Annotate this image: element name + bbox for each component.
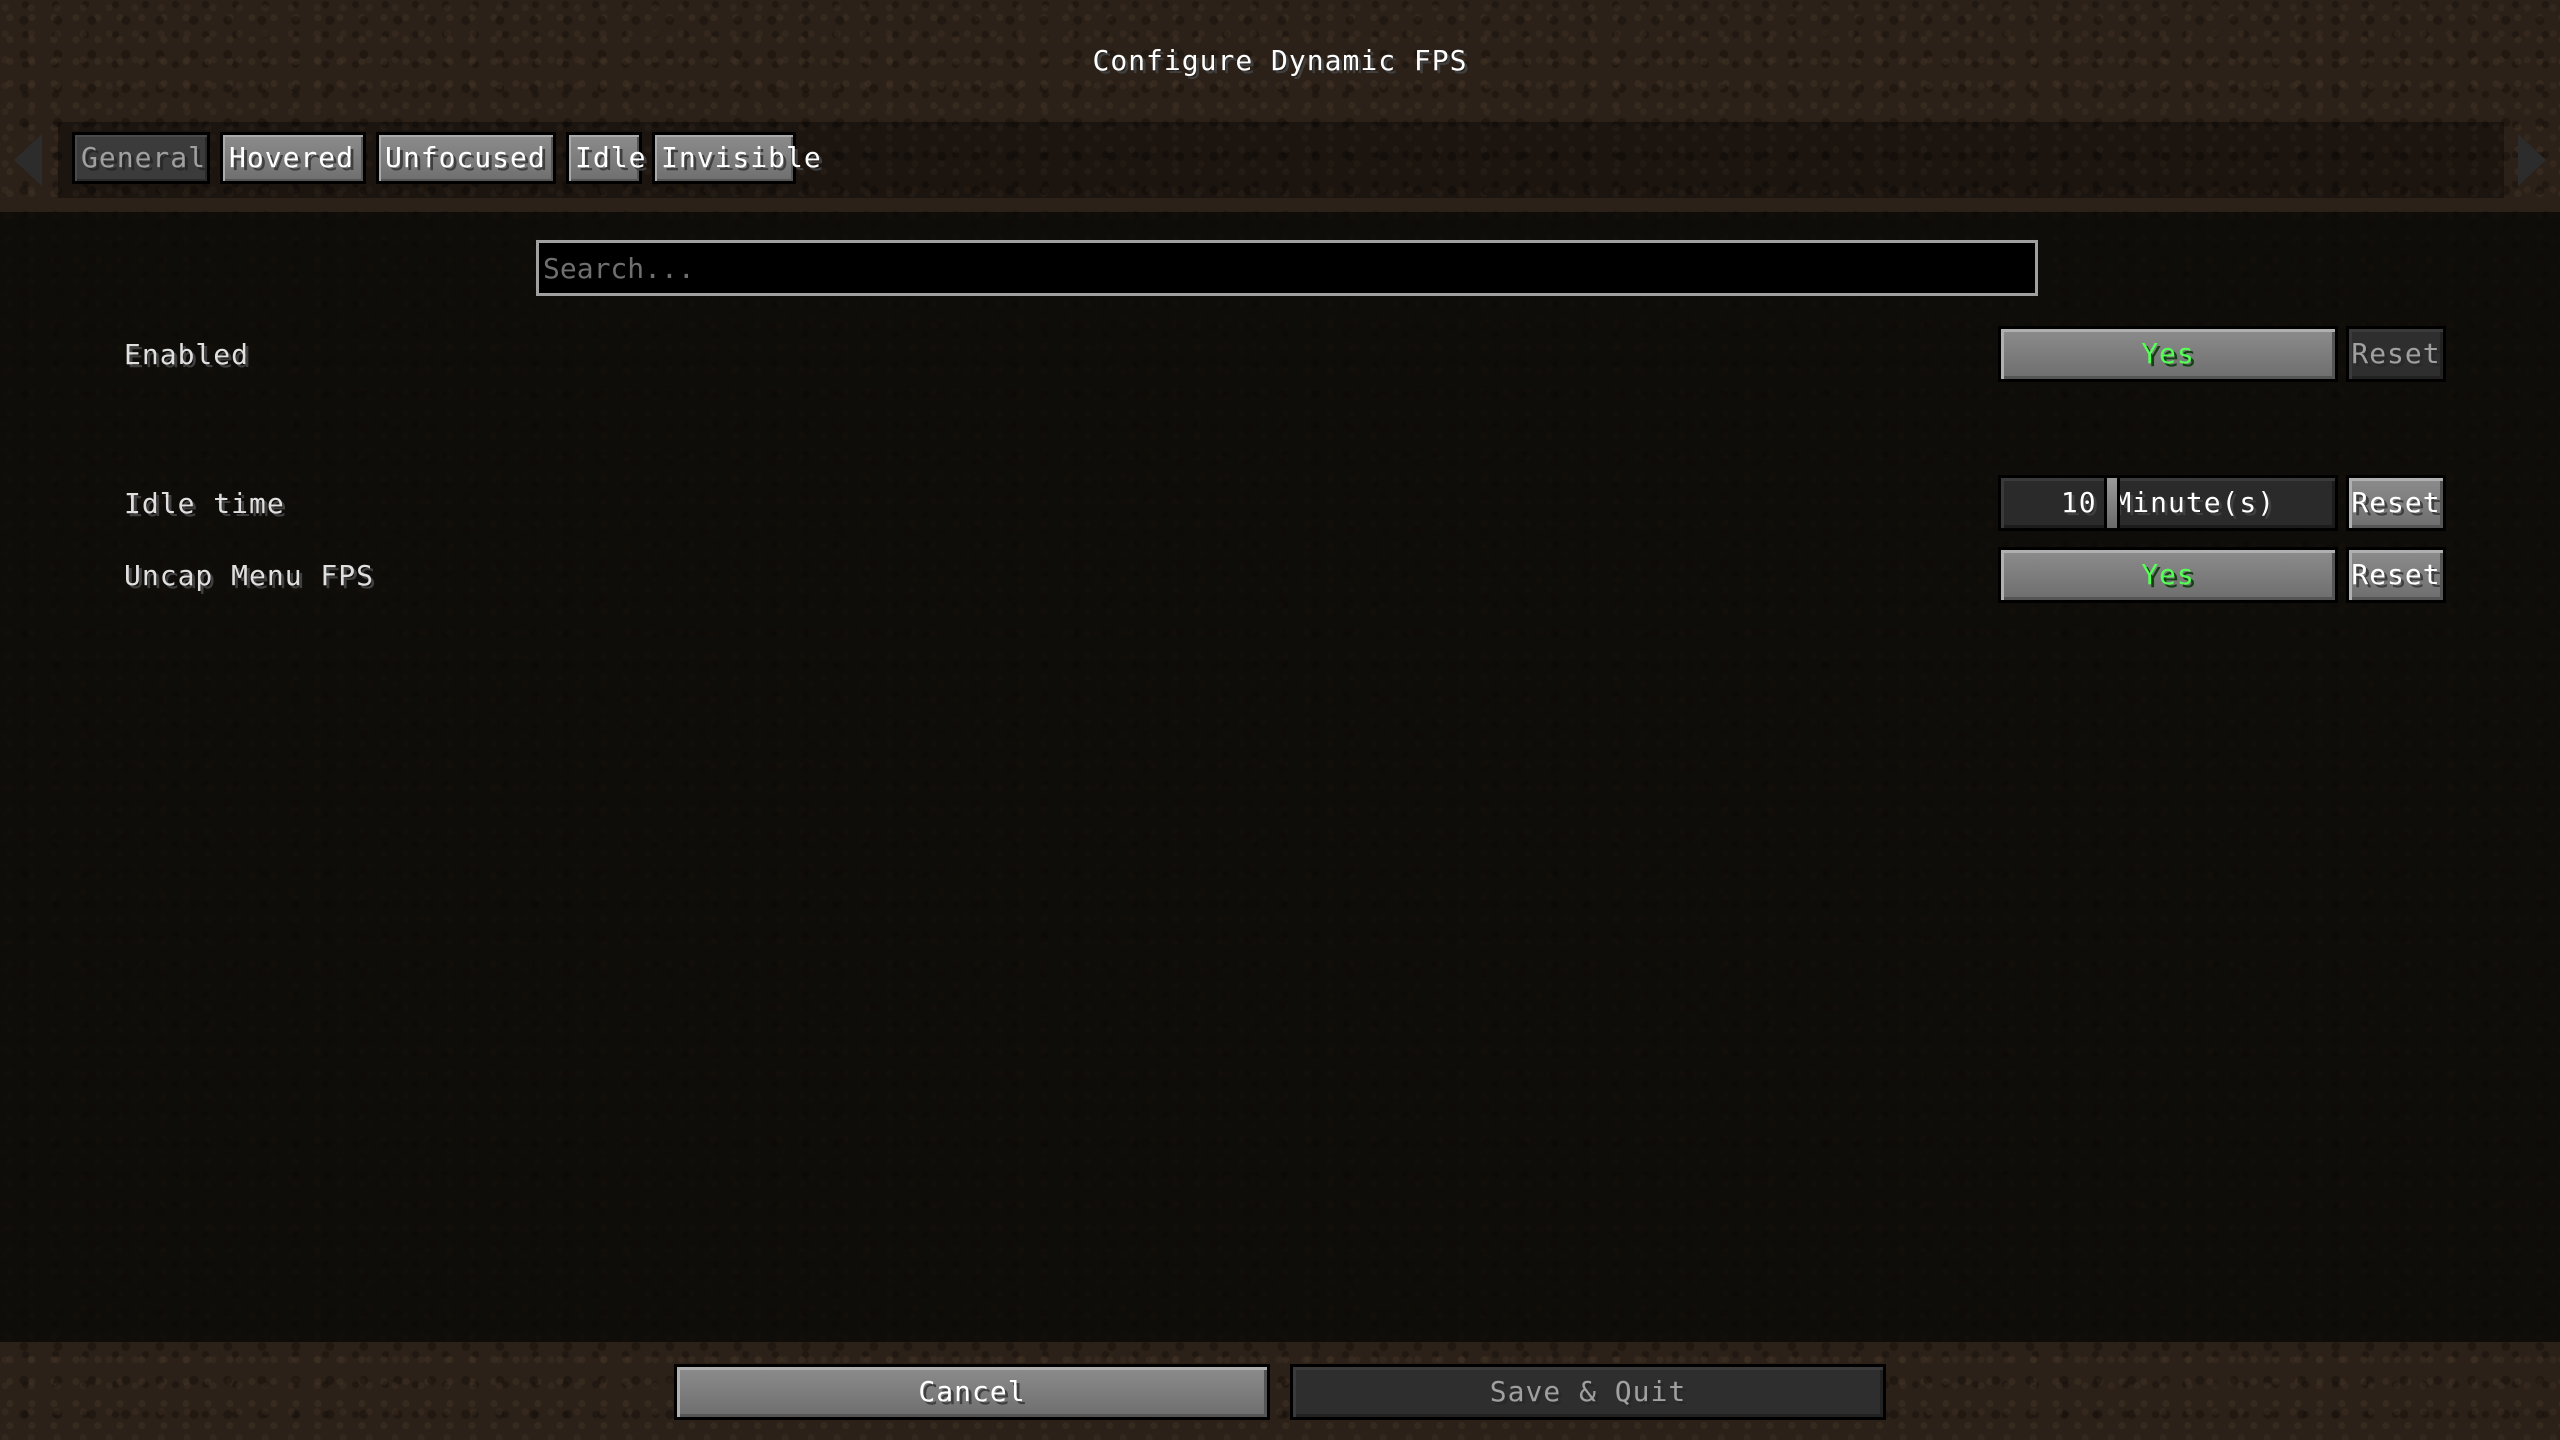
tab-hovered[interactable]: Hovered [220, 132, 366, 184]
reset-label: Reset [2351, 486, 2441, 519]
idle-time-slider[interactable]: 10 Minute(s) [1998, 475, 2338, 531]
save-label: Save & Quit [1489, 1375, 1687, 1408]
reset-label: Reset [2351, 558, 2441, 591]
arrow-right-icon[interactable] [2518, 134, 2546, 186]
option-label-enabled: Enabled [124, 338, 250, 371]
slider-handle[interactable] [2104, 475, 2120, 531]
cancel-button[interactable]: Cancel [674, 1364, 1270, 1420]
idle-time-value: 10 Minute(s) [2060, 486, 2276, 519]
tab-label: Invisible [661, 141, 822, 174]
enabled-value: Yes [2141, 337, 2195, 370]
tab-invisible[interactable]: Invisible [652, 132, 821, 184]
option-label-uncap-menu-fps: Uncap Menu FPS [124, 559, 375, 592]
save-and-quit-button[interactable]: Save & Quit [1290, 1364, 1886, 1420]
cancel-label: Cancel [918, 1375, 1026, 1408]
uncap-menu-fps-value: Yes [2141, 558, 2195, 591]
enabled-toggle-button[interactable]: Yes [1998, 326, 2338, 382]
tab-label: Idle [575, 141, 647, 174]
idle-time-reset-button[interactable]: Reset [2346, 475, 2446, 531]
uncap-menu-fps-reset-button[interactable]: Reset [2346, 547, 2446, 603]
tab-label: Unfocused [385, 141, 546, 174]
screen-title: Configure Dynamic FPS [1092, 44, 1468, 77]
tab-label: General [81, 141, 207, 174]
uncap-menu-fps-toggle-button[interactable]: Yes [1998, 547, 2338, 603]
enabled-reset-button[interactable]: Reset [2346, 326, 2446, 382]
arrow-left-icon[interactable] [14, 134, 42, 186]
tab-label: Hovered [229, 141, 355, 174]
tab-general[interactable]: General [72, 132, 210, 184]
search-input[interactable] [536, 240, 2038, 296]
reset-label: Reset [2351, 337, 2441, 370]
tab-unfocused[interactable]: Unfocused [376, 132, 556, 184]
option-label-idle-time: Idle time [124, 487, 285, 520]
tab-idle[interactable]: Idle [566, 132, 645, 184]
